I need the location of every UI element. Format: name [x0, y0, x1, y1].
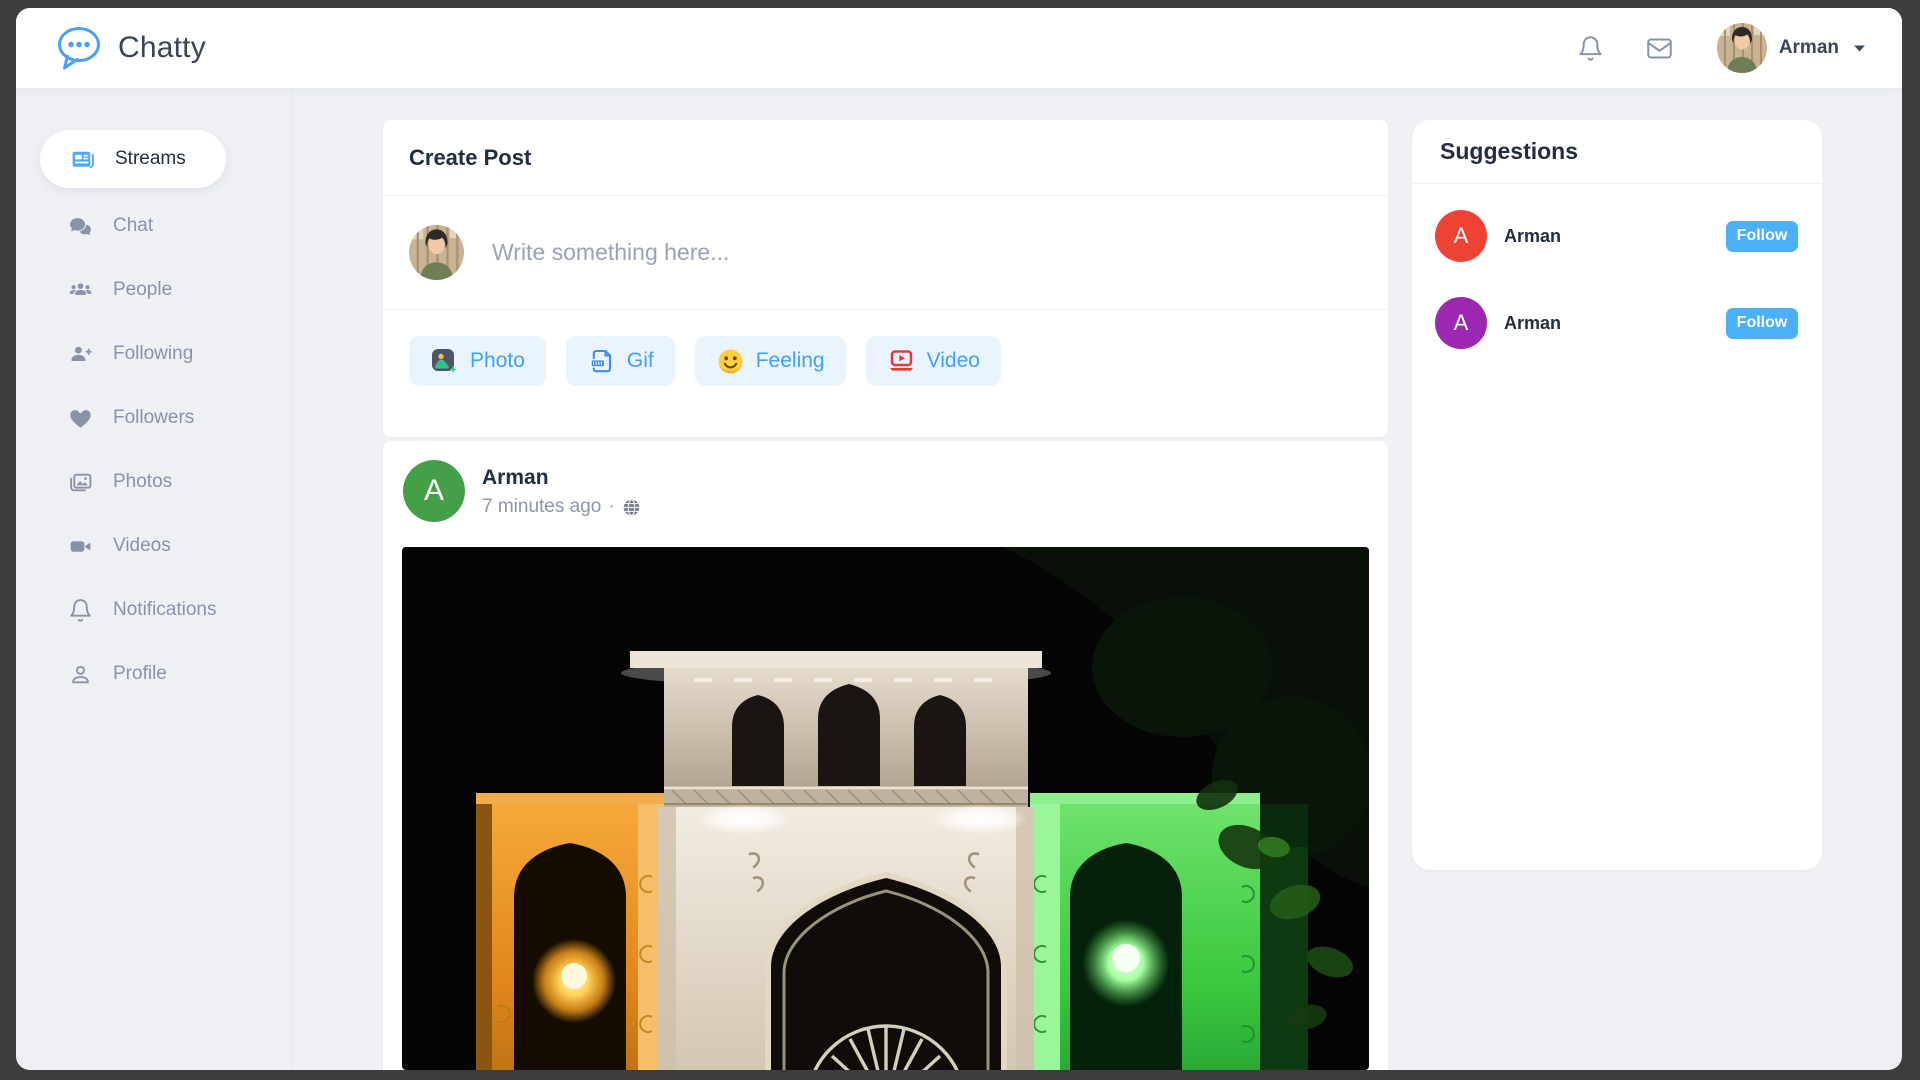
sidebar-item-label: Videos: [113, 535, 171, 557]
post-image[interactable]: [402, 547, 1369, 1070]
user-menu[interactable]: Arman: [1717, 23, 1866, 73]
post-timestamp: 7 minutes ago: [482, 496, 601, 518]
suggestions-title: Suggestions: [1412, 120, 1822, 184]
sidebar-item-label: Followers: [113, 407, 194, 429]
post-author-avatar[interactable]: A: [403, 460, 465, 522]
sidebar-item-label: Photos: [113, 471, 172, 493]
suggestion-avatar[interactable]: A: [1435, 297, 1487, 349]
people-group-icon: [68, 278, 93, 303]
person-icon: [68, 662, 93, 687]
sidebar-item-chat[interactable]: Chat: [16, 194, 292, 258]
video-player-icon: [887, 347, 916, 376]
sidebar-item-profile[interactable]: Profile: [16, 642, 292, 706]
sidebar-item-label: Chat: [113, 215, 153, 237]
top-navbar: Chatty Arma: [16, 8, 1902, 88]
suggestion-name[interactable]: Arman: [1504, 226, 1709, 247]
sidebar-item-label: People: [113, 279, 172, 301]
create-post-card: Create Post: [383, 120, 1388, 437]
sidebar-item-label: Profile: [113, 663, 167, 685]
suggestions-card: Suggestions A Arman Follow A Arman Follo…: [1412, 120, 1822, 870]
action-label: Feeling: [756, 349, 825, 373]
avatar-initial: A: [424, 474, 444, 508]
add-gif-button[interactable]: Gif: [566, 336, 675, 386]
suggestion-name[interactable]: Arman: [1504, 313, 1709, 334]
create-post-title: Create Post: [383, 120, 1388, 196]
sidebar-item-label: Following: [113, 343, 193, 365]
action-label: Gif: [627, 349, 654, 373]
sidebar-item-people[interactable]: People: [16, 258, 292, 322]
create-post-body: [383, 196, 1388, 310]
avatar-initial: A: [1454, 310, 1469, 336]
video-camera-icon: [68, 534, 93, 559]
sidebar-item-label: Streams: [115, 148, 186, 170]
sidebar-item-label: Notifications: [113, 599, 217, 621]
sidebar-item-photos[interactable]: Photos: [16, 450, 292, 514]
bell-icon: [68, 598, 93, 623]
sidebar-item-streams[interactable]: Streams: [40, 130, 226, 188]
user-name: Arman: [1779, 37, 1839, 59]
brand-name: Chatty: [118, 31, 206, 65]
gif-icon: [587, 347, 616, 376]
notifications-bell-icon[interactable]: [1577, 35, 1604, 62]
action-label: Video: [927, 349, 980, 373]
suggestion-avatar[interactable]: A: [1435, 210, 1487, 262]
photos-icon: [68, 470, 93, 495]
heart-icon: [68, 406, 93, 431]
add-video-button[interactable]: Video: [866, 336, 1001, 386]
meta-separator: ·: [608, 496, 614, 518]
messages-envelope-icon[interactable]: [1646, 35, 1673, 62]
person-add-icon: [68, 342, 93, 367]
sidebar-item-following[interactable]: Following: [16, 322, 292, 386]
sidebar-item-videos[interactable]: Videos: [16, 514, 292, 578]
brand[interactable]: Chatty: [54, 23, 206, 73]
user-avatar: [1717, 23, 1767, 73]
post-meta: 7 minutes ago ·: [482, 496, 641, 518]
photo-icon: [430, 347, 459, 376]
follow-button[interactable]: Follow: [1726, 221, 1798, 252]
composer-actions: Photo Gif Feeling: [383, 310, 1388, 412]
globe-public-icon: [622, 498, 641, 517]
post-header: A Arman 7 minutes ago ·: [383, 441, 1388, 522]
post-text-input[interactable]: [492, 239, 1362, 266]
action-label: Photo: [470, 349, 525, 373]
chevron-down-icon: [1853, 44, 1866, 53]
navbar-right: Arman: [1577, 23, 1866, 73]
post-author-block: Arman 7 minutes ago ·: [482, 460, 641, 522]
chat-bubble-logo-icon: [54, 23, 104, 73]
suggestion-row: A Arman Follow: [1412, 210, 1822, 262]
post-author-name[interactable]: Arman: [482, 460, 641, 490]
sidebar-item-notifications[interactable]: Notifications: [16, 578, 292, 642]
follow-button[interactable]: Follow: [1726, 308, 1798, 339]
composer-avatar[interactable]: [409, 225, 464, 280]
chat-bubbles-icon: [68, 214, 93, 239]
newspaper-icon: [70, 147, 95, 172]
sidebar-item-followers[interactable]: Followers: [16, 386, 292, 450]
sidebar-nav: Streams Chat People: [16, 88, 293, 1070]
avatar-initial: A: [1454, 223, 1469, 249]
app-window: Chatty Arma: [16, 8, 1902, 1070]
suggestion-row: A Arman Follow: [1412, 297, 1822, 349]
smiley-face-icon: [716, 347, 745, 376]
add-feeling-button[interactable]: Feeling: [695, 336, 846, 386]
add-photo-button[interactable]: Photo: [409, 336, 546, 386]
post-card: A Arman 7 minutes ago ·: [383, 441, 1388, 1070]
